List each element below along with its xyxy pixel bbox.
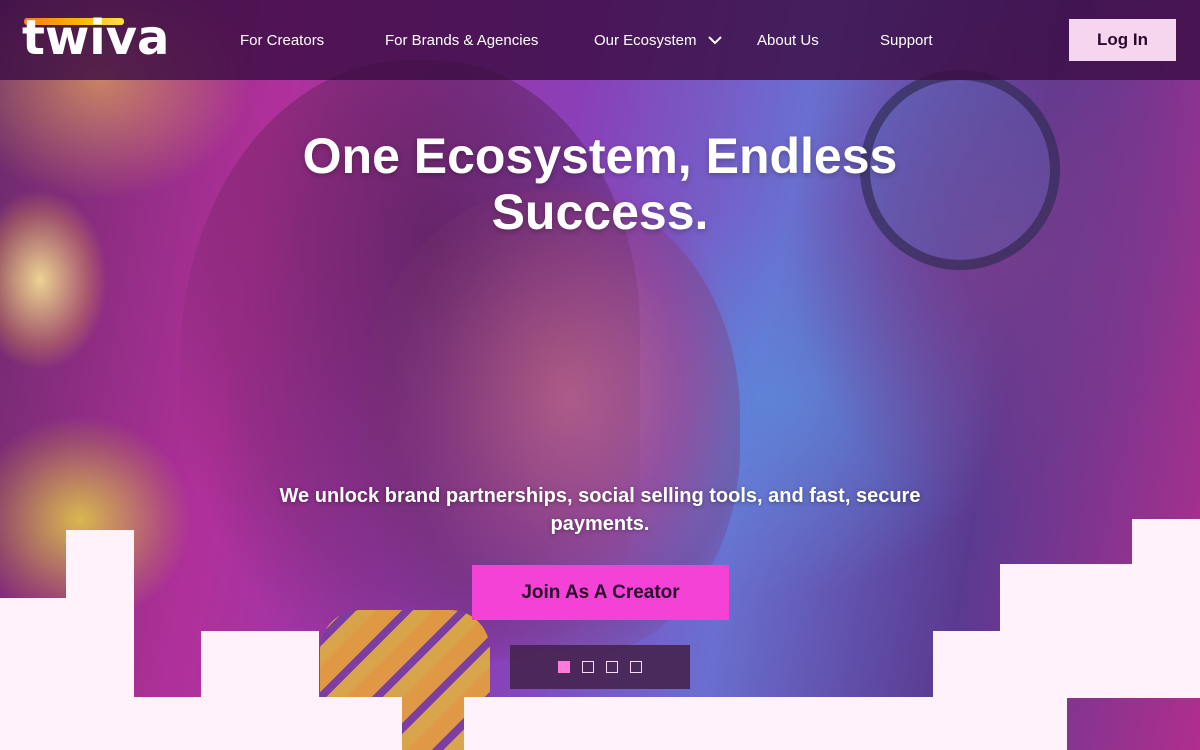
chevron-down-icon bbox=[707, 36, 722, 45]
carousel-dot-3[interactable] bbox=[606, 661, 618, 673]
nav-label: For Brands & Agencies bbox=[385, 31, 539, 49]
carousel-dot-1[interactable] bbox=[558, 661, 570, 673]
hero-headline: One Ecosystem, Endless Success. bbox=[302, 128, 898, 240]
nav-label: For Creators bbox=[240, 31, 325, 49]
nav-item-about-us[interactable]: About Us bbox=[757, 0, 819, 80]
twiva-logo[interactable]: twiva bbox=[22, 10, 169, 66]
login-button[interactable]: Log In bbox=[1069, 19, 1176, 61]
nav-label: Our Ecosystem bbox=[594, 31, 697, 49]
hero-background-image bbox=[0, 0, 1200, 750]
carousel-dot-2[interactable] bbox=[582, 661, 594, 673]
nav-item-support[interactable]: Support bbox=[880, 0, 933, 80]
nav-item-for-brands-agencies[interactable]: For Brands & Agencies bbox=[385, 0, 538, 80]
hero-photo-shirt bbox=[320, 610, 490, 750]
nav-label: About Us bbox=[757, 31, 819, 49]
nav-item-our-ecosystem[interactable]: Our Ecosystem bbox=[594, 0, 723, 80]
nav-label: Support bbox=[880, 31, 933, 49]
hero-subheadline: We unlock brand partnerships, social sel… bbox=[279, 485, 921, 535]
join-as-creator-button[interactable]: Join As A Creator bbox=[472, 565, 729, 620]
logo-wordmark: twiva bbox=[22, 10, 170, 66]
carousel-dot-4[interactable] bbox=[630, 661, 642, 673]
nav-item-for-creators[interactable]: For Creators bbox=[240, 0, 324, 80]
carousel-indicators bbox=[510, 645, 690, 689]
site-header: twiva For Creators For Brands & Agencies… bbox=[0, 0, 1200, 80]
